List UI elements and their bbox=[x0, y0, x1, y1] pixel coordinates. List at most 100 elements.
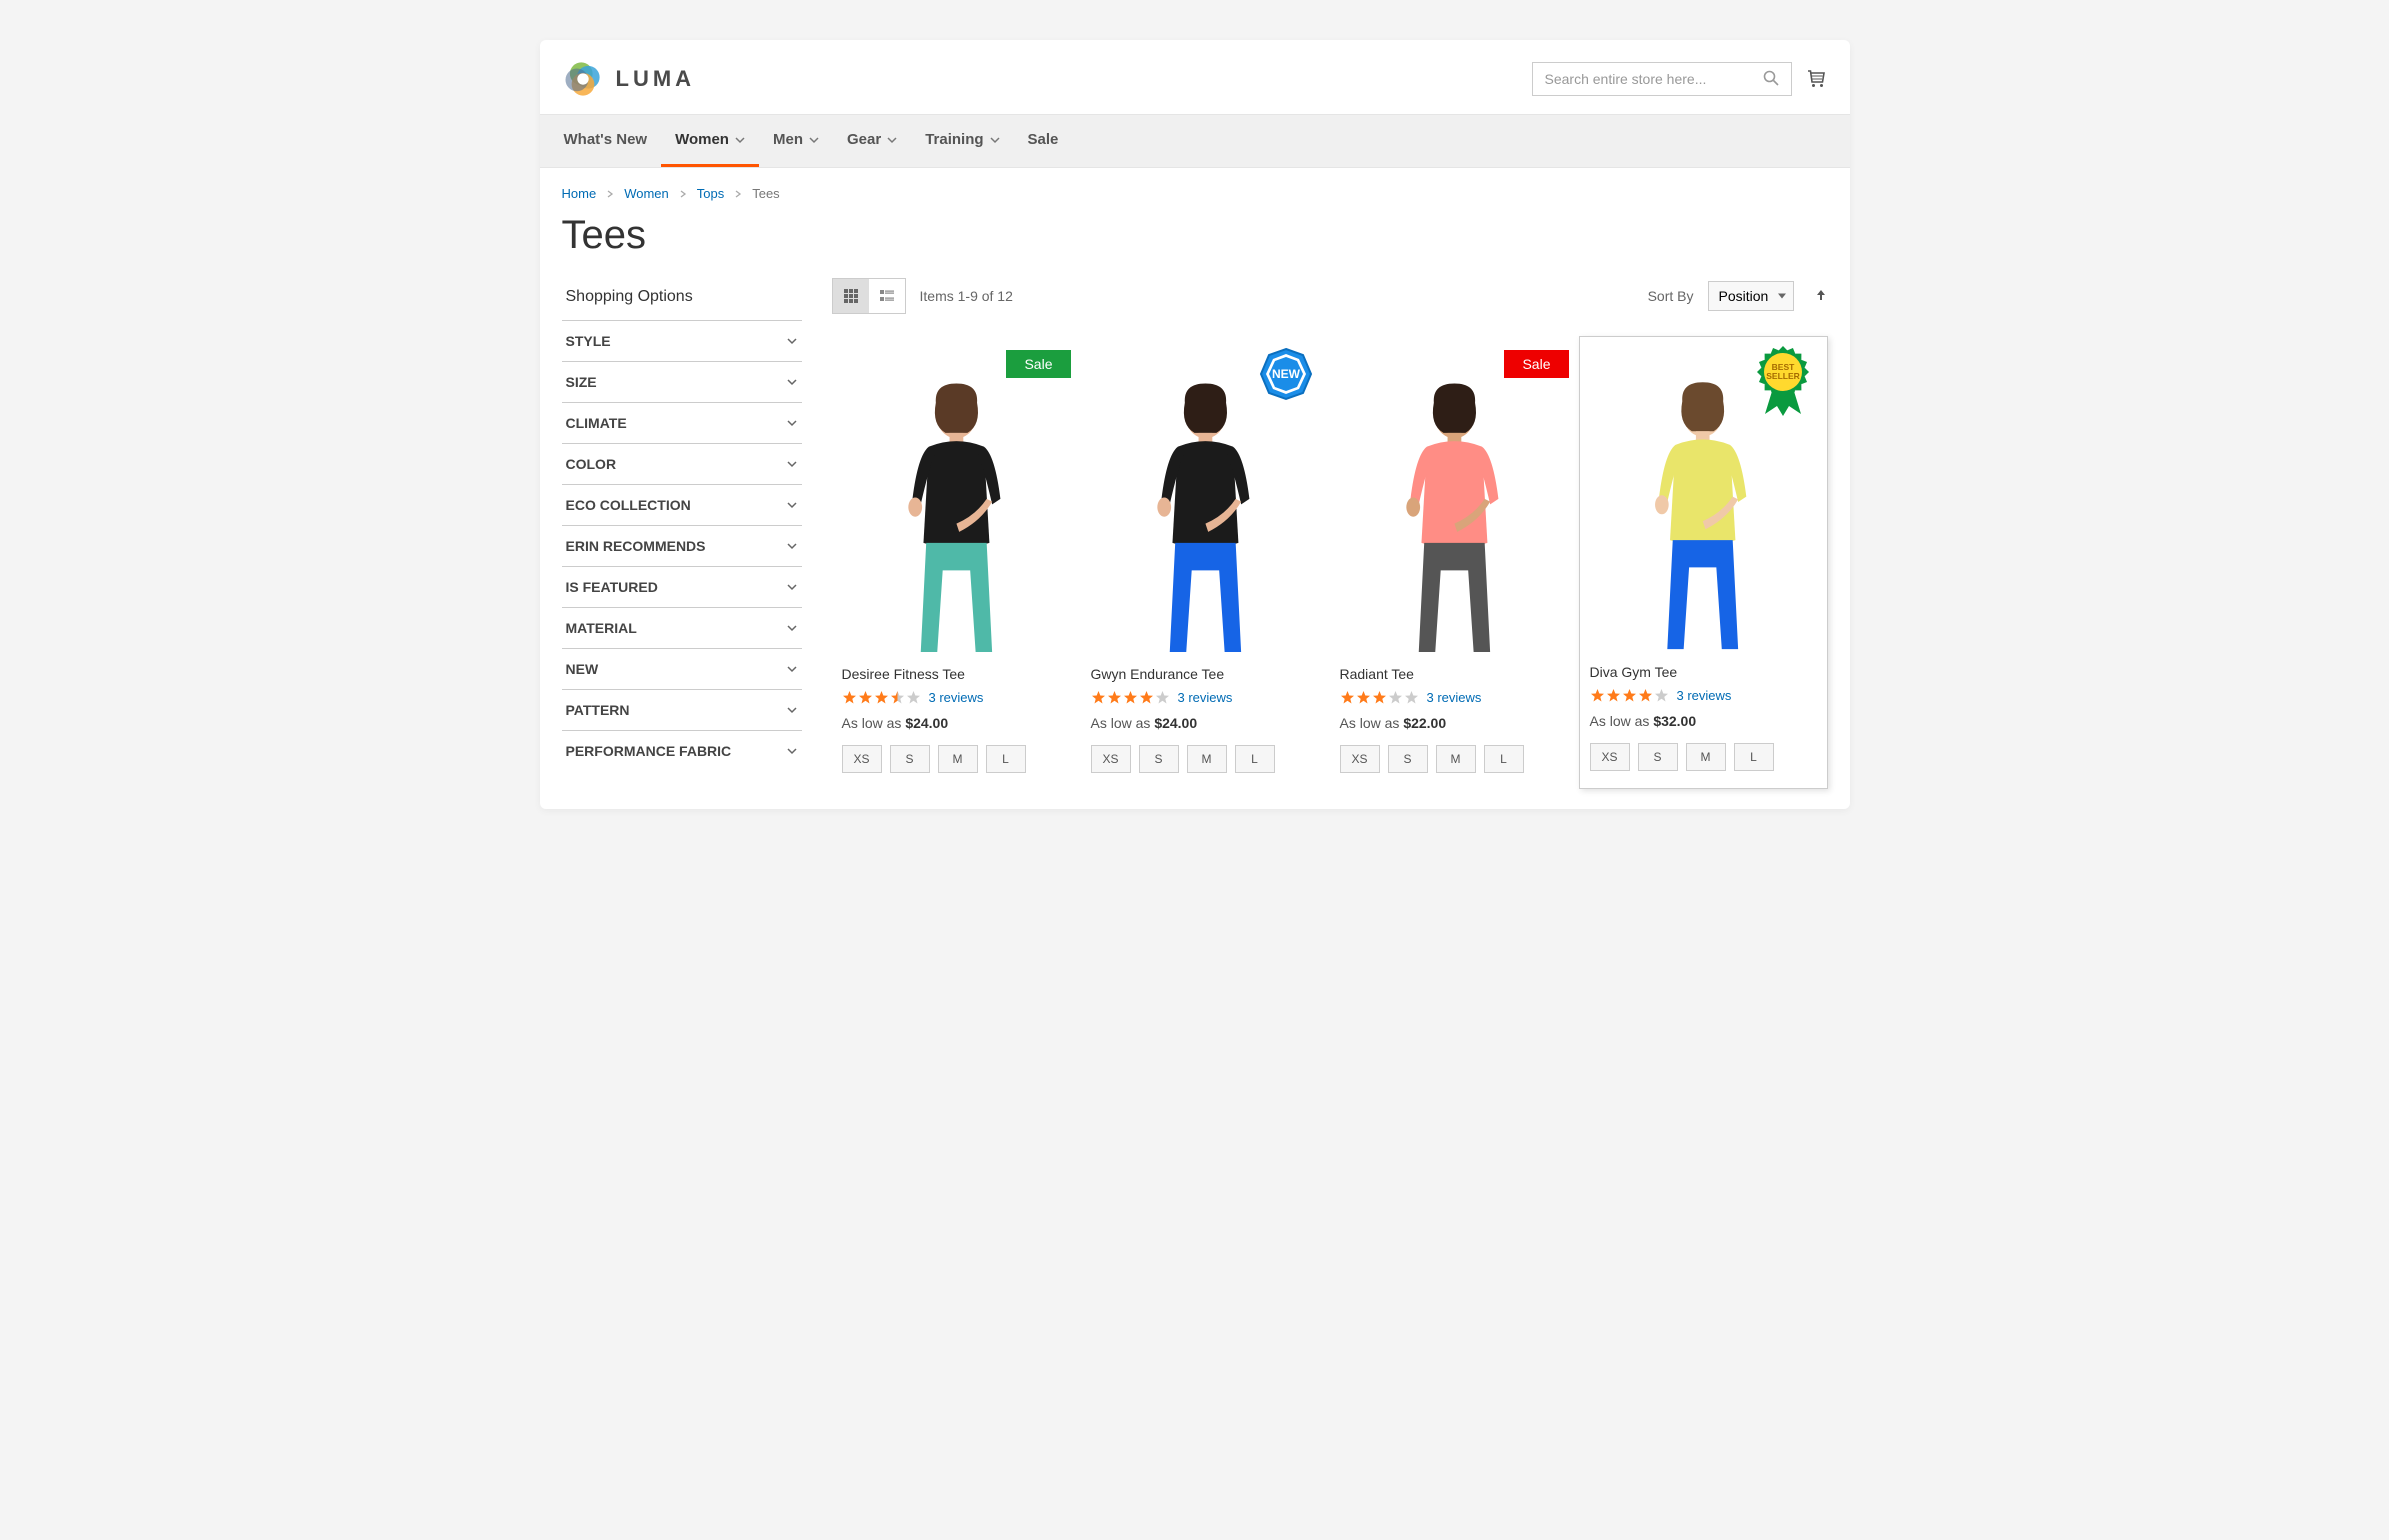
view-list-button[interactable] bbox=[869, 279, 905, 313]
swatch-s[interactable]: S bbox=[1139, 745, 1179, 773]
chevron-down-icon bbox=[786, 704, 798, 716]
filter-label: STYLE bbox=[566, 333, 611, 349]
nav-item-men[interactable]: Men bbox=[759, 115, 833, 167]
breadcrumb-item[interactable]: Home bbox=[562, 186, 597, 201]
sort-select[interactable]: Position bbox=[1708, 281, 1794, 311]
breadcrumb-item[interactable]: Tops bbox=[697, 186, 724, 201]
chevron-down-icon bbox=[990, 135, 1000, 145]
product-card[interactable]: Sale Desiree Fitness Tee 3 reviews As lo… bbox=[832, 336, 1081, 789]
reviews-link[interactable]: 3 reviews bbox=[1427, 690, 1482, 705]
filter-pattern[interactable]: PATTERN bbox=[562, 689, 802, 730]
filter-color[interactable]: COLOR bbox=[562, 443, 802, 484]
chevron-down-icon bbox=[887, 135, 897, 145]
swatch-l[interactable]: L bbox=[1484, 745, 1524, 773]
swatch-m[interactable]: M bbox=[938, 745, 978, 773]
filter-eco-collection[interactable]: ECO COLLECTION bbox=[562, 484, 802, 525]
filter-is-featured[interactable]: IS FEATURED bbox=[562, 566, 802, 607]
product-image[interactable]: BEST SELLER bbox=[1590, 340, 1817, 650]
breadcrumb: HomeWomenTopsTees bbox=[540, 168, 1850, 201]
reviews-link[interactable]: 3 reviews bbox=[1178, 690, 1233, 705]
search-input[interactable] bbox=[1541, 63, 1759, 95]
chevron-down-icon bbox=[786, 540, 798, 552]
swatch-xs[interactable]: XS bbox=[842, 745, 882, 773]
chevron-down-icon bbox=[786, 581, 798, 593]
swatch-xs[interactable]: XS bbox=[1091, 745, 1131, 773]
cart-button[interactable] bbox=[1806, 67, 1828, 92]
product-image[interactable]: Sale bbox=[1340, 340, 1569, 652]
sidebar-title: Shopping Options bbox=[562, 278, 802, 320]
chevron-down-icon bbox=[735, 135, 745, 145]
bestseller-badge: BEST SELLER bbox=[1751, 344, 1815, 418]
nav-item-what-s-new[interactable]: What's New bbox=[550, 115, 662, 167]
chevron-down-icon bbox=[786, 335, 798, 347]
swatch-l[interactable]: L bbox=[986, 745, 1026, 773]
nav-item-label: Men bbox=[773, 131, 803, 148]
swatch-m[interactable]: M bbox=[1436, 745, 1476, 773]
product-name[interactable]: Radiant Tee bbox=[1340, 666, 1569, 682]
rating-stars bbox=[1590, 688, 1669, 703]
filter-erin-recommends[interactable]: ERIN RECOMMENDS bbox=[562, 525, 802, 566]
nav-item-label: Training bbox=[925, 131, 983, 148]
filter-label: SIZE bbox=[566, 374, 597, 390]
breadcrumb-separator bbox=[734, 186, 742, 201]
filter-label: COLOR bbox=[566, 456, 617, 472]
product-image[interactable]: NEW bbox=[1091, 340, 1320, 652]
nav-item-sale[interactable]: Sale bbox=[1014, 115, 1073, 167]
swatch-s[interactable]: S bbox=[1388, 745, 1428, 773]
filter-label: PERFORMANCE FABRIC bbox=[566, 743, 732, 759]
nav-item-label: Women bbox=[675, 131, 729, 148]
filter-style[interactable]: STYLE bbox=[562, 320, 802, 361]
svg-text:NEW: NEW bbox=[1272, 367, 1301, 381]
nav-item-label: Gear bbox=[847, 131, 881, 148]
sort-direction-button[interactable] bbox=[1814, 288, 1828, 305]
breadcrumb-separator bbox=[606, 186, 614, 201]
swatch-s[interactable]: S bbox=[890, 745, 930, 773]
filter-size[interactable]: SIZE bbox=[562, 361, 802, 402]
product-grid: Sale Desiree Fitness Tee 3 reviews As lo… bbox=[832, 336, 1828, 789]
list-icon bbox=[879, 288, 895, 304]
chevron-down-icon bbox=[786, 417, 798, 429]
logo[interactable]: LUMA bbox=[562, 58, 696, 100]
view-grid-button[interactable] bbox=[833, 279, 869, 313]
filter-label: NEW bbox=[566, 661, 599, 677]
sale-badge: Sale bbox=[1006, 350, 1070, 378]
filter-climate[interactable]: CLIMATE bbox=[562, 402, 802, 443]
reviews-link[interactable]: 3 reviews bbox=[1677, 688, 1732, 703]
filter-new[interactable]: NEW bbox=[562, 648, 802, 689]
swatch-l[interactable]: L bbox=[1235, 745, 1275, 773]
sale-badge: Sale bbox=[1504, 350, 1568, 378]
toolbar-amount: Items 1-9 of 12 bbox=[920, 288, 1013, 304]
main-content: Items 1-9 of 12 Sort By Position bbox=[832, 278, 1828, 789]
product-name[interactable]: Desiree Fitness Tee bbox=[842, 666, 1071, 682]
grid-icon bbox=[843, 288, 859, 304]
filter-material[interactable]: MATERIAL bbox=[562, 607, 802, 648]
swatch-m[interactable]: M bbox=[1187, 745, 1227, 773]
breadcrumb-item[interactable]: Women bbox=[624, 186, 669, 201]
nav-item-gear[interactable]: Gear bbox=[833, 115, 911, 167]
swatch-xs[interactable]: XS bbox=[1340, 745, 1380, 773]
svg-text:SELLER: SELLER bbox=[1766, 371, 1800, 381]
product-card[interactable]: BEST SELLER Diva Gym Tee 3 reviews As lo… bbox=[1579, 336, 1828, 789]
swatch-m[interactable]: M bbox=[1686, 743, 1726, 771]
product-card[interactable]: NEW Gwyn Endurance Tee 3 reviews As low … bbox=[1081, 336, 1330, 789]
arrow-up-icon bbox=[1814, 288, 1828, 302]
nav-item-training[interactable]: Training bbox=[911, 115, 1013, 167]
rating-stars bbox=[1340, 690, 1419, 705]
search-button[interactable] bbox=[1759, 66, 1783, 93]
filter-label: ECO COLLECTION bbox=[566, 497, 691, 513]
product-image[interactable]: Sale bbox=[842, 340, 1071, 652]
chevron-down-icon bbox=[786, 376, 798, 388]
filter-performance-fabric[interactable]: PERFORMANCE FABRIC bbox=[562, 730, 802, 771]
nav-item-women[interactable]: Women bbox=[661, 115, 759, 167]
view-switch bbox=[832, 278, 906, 314]
main-nav: What's New Women Men Gear Training Sale bbox=[540, 114, 1850, 168]
product-card[interactable]: Sale Radiant Tee 3 reviews As low as $22… bbox=[1330, 336, 1579, 789]
nav-item-label: What's New bbox=[564, 131, 648, 148]
product-name[interactable]: Diva Gym Tee bbox=[1590, 664, 1817, 680]
swatch-l[interactable]: L bbox=[1734, 743, 1774, 771]
reviews-link[interactable]: 3 reviews bbox=[929, 690, 984, 705]
swatch-xs[interactable]: XS bbox=[1590, 743, 1630, 771]
sidebar: Shopping Options STYLE SIZE CLIMATE COLO… bbox=[562, 278, 802, 789]
product-name[interactable]: Gwyn Endurance Tee bbox=[1091, 666, 1320, 682]
swatch-s[interactable]: S bbox=[1638, 743, 1678, 771]
